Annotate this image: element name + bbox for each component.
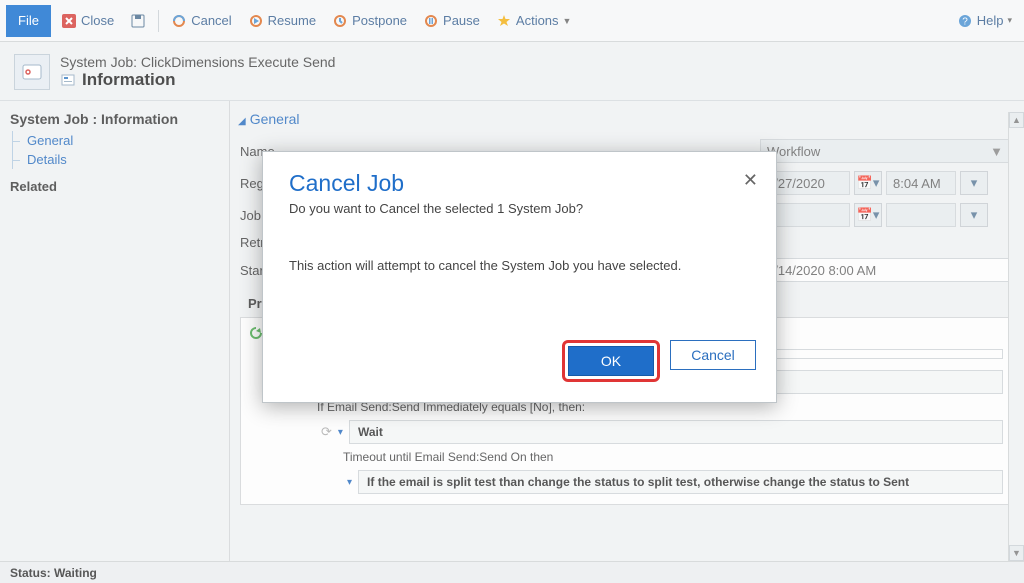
dialog-message: This action will attempt to cancel the S…	[289, 256, 689, 276]
dialog-subtitle: Do you want to Cancel the selected 1 Sys…	[289, 201, 750, 216]
ok-button-highlight: OK	[562, 340, 660, 382]
dialog-close-button[interactable]: ✕	[743, 170, 758, 191]
dialog-title: Cancel Job	[289, 170, 750, 197]
close-icon: ✕	[743, 170, 758, 190]
cancel-job-dialog: ✕ Cancel Job Do you want to Cancel the s…	[262, 151, 777, 403]
cancel-dialog-button[interactable]: Cancel	[670, 340, 756, 370]
ok-button[interactable]: OK	[568, 346, 654, 376]
